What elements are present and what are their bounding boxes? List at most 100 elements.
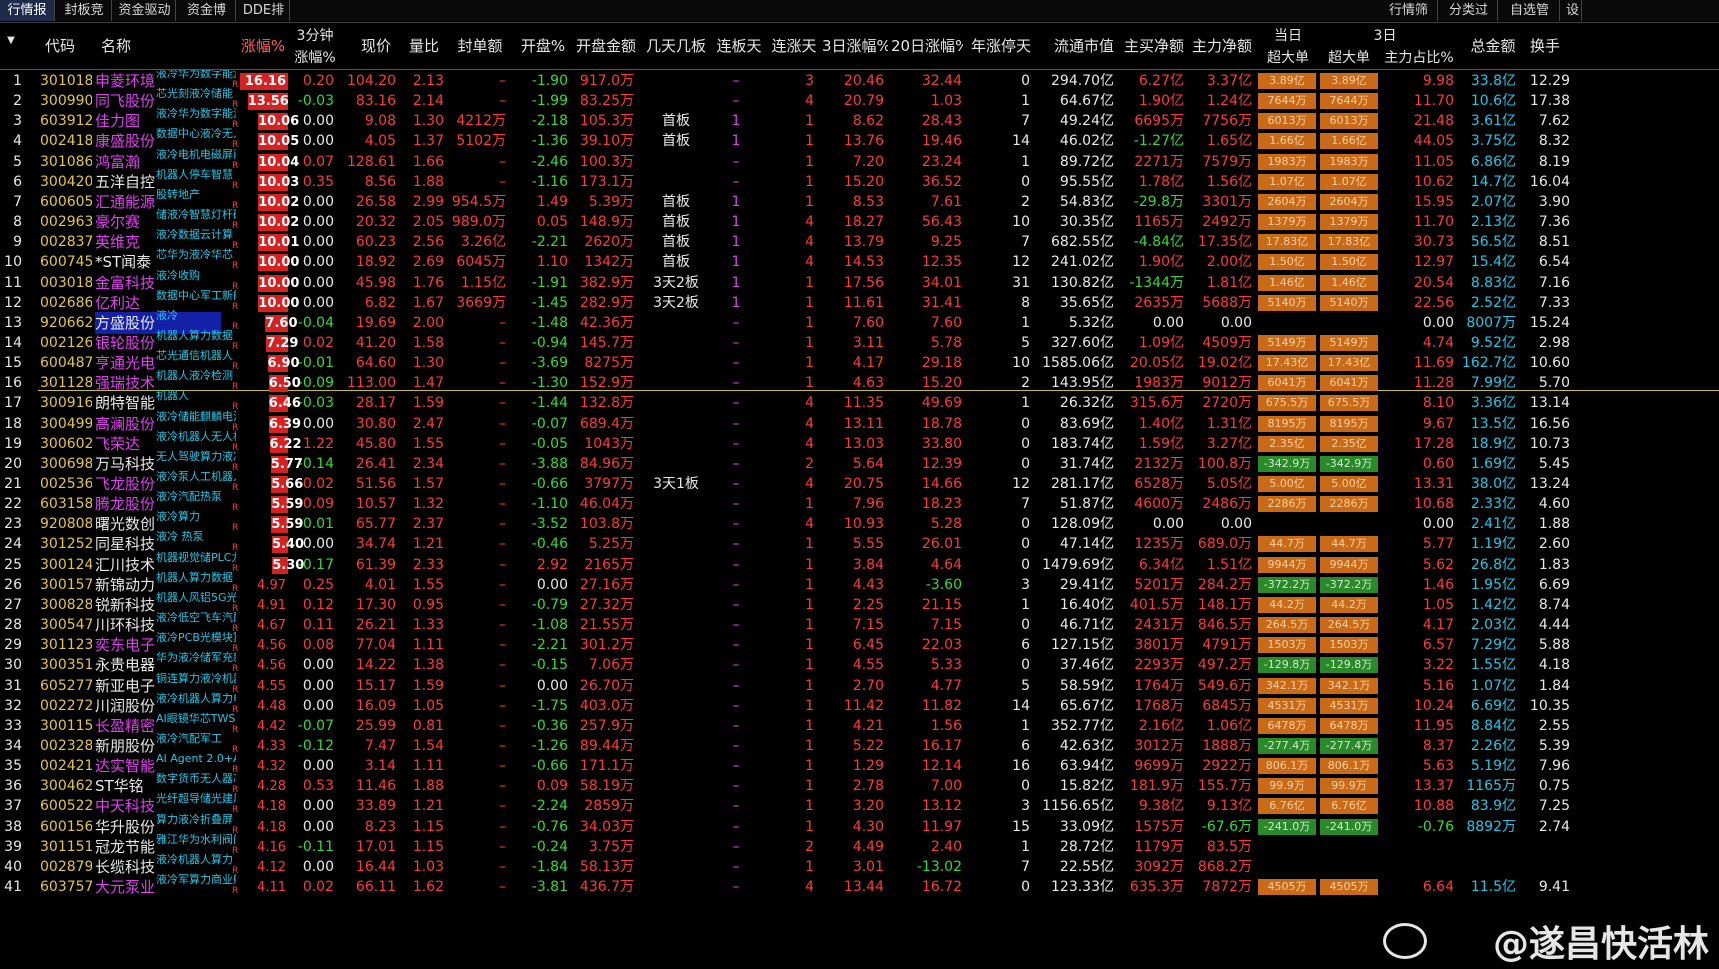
table-row[interactable]: 36 300462 0.53 11.46 1.88 – 0.09 58.19万 – 1 2.78 7.… bbox=[0, 772, 1719, 797]
cell-stock-name[interactable]: 川润股份 bbox=[95, 695, 155, 717]
table-row[interactable]: 13 920662 -0.04 19.69 2.00– -1.48 42.36万 –1 7.60… bbox=[0, 309, 1719, 334]
cell-stock-name[interactable]: 同飞股份 bbox=[95, 90, 155, 112]
table-row[interactable]: 27 300828 0.12 17.30 0.95 – -0.79 27.32万 – 1 2.25 2… bbox=[0, 591, 1719, 616]
table-row[interactable]: 25 300124 -0.17 61.39 2.33–2.92 2165万 –1 3.84 4.… bbox=[0, 551, 1719, 576]
col-header-3min-top[interactable]: 3分钟 bbox=[292, 25, 338, 45]
cell-stock-name[interactable]: 腾龙股份 bbox=[95, 493, 155, 515]
col-header-lb[interactable]: 量比 bbox=[404, 35, 444, 56]
cell-stock-name[interactable]: 鸿富瀚 bbox=[95, 151, 155, 173]
col-header-jtjb[interactable]: 几天几板 bbox=[644, 35, 708, 56]
cell-stock-name[interactable]: 高澜股份 bbox=[95, 413, 155, 435]
cell-stock-name[interactable]: 汇通能源 bbox=[95, 191, 155, 213]
col-header-3r-top[interactable]: 3日 bbox=[1320, 25, 1450, 45]
col-header-zlzb[interactable]: 主力占比% bbox=[1382, 47, 1456, 67]
cell-stock-name[interactable]: 佳力图 bbox=[95, 110, 155, 132]
cell-stock-name[interactable]: 汇川技术 bbox=[95, 554, 155, 576]
col-header-zljje[interactable]: 主力净额 bbox=[1190, 35, 1254, 56]
table-row[interactable]: 26 300157 0.25 4.01 1.55 – 0.00 27.16万 – 1 4.43 -3.… bbox=[0, 571, 1719, 596]
table-row[interactable]: 7 600605 0.00 26.58 2.99 954.5万 1.49 5.39万 首板 1 1 8… bbox=[0, 188, 1719, 213]
col-header-dr-top[interactable]: 当日 bbox=[1260, 25, 1316, 45]
col-header-hs[interactable]: 换手 bbox=[1525, 35, 1565, 56]
table-row[interactable]: 3 603912 0.00 9.08 1.30 4212万 -2.18 105.3万 首板 1 1 8… bbox=[0, 107, 1719, 132]
table-row[interactable]: 6 300420 0.35 8.56 1.88– -1.16 173.1万 –1 15.20 36… bbox=[0, 168, 1719, 193]
tab-right-2[interactable]: 自选管理 bbox=[1500, 0, 1560, 39]
table-row[interactable]: 15 600487 -0.01 64.60 1.30– -3.69 8275万 –1 4.17 2… bbox=[0, 349, 1719, 374]
tab-right-0[interactable]: 行情筛选 bbox=[1380, 0, 1438, 39]
cell-stock-name[interactable]: 永贵电器 bbox=[95, 654, 155, 676]
cell-stock-name[interactable]: 同星科技 bbox=[95, 533, 155, 555]
table-row[interactable]: 1 301018 0.20 104.20 2.13 – -1.90 917.0万 – 3 20.46… bbox=[0, 70, 1719, 92]
table-row[interactable]: 29 301123 0.08 77.04 1.11 – -2.21 301.2万 – 1 6.45 2… bbox=[0, 631, 1719, 656]
table-row[interactable]: 20 300698 -0.14 26.41 2.34– -3.88 84.96万 –2 5.64… bbox=[0, 450, 1719, 475]
table-row[interactable]: 33 300115 -0.07 25.99 0.81 – -0.36 257.9万 – 1 4.21… bbox=[0, 712, 1719, 737]
col-header-lbt[interactable]: 连板天 bbox=[714, 35, 764, 56]
cell-stock-name[interactable]: 亿利达 bbox=[95, 292, 155, 314]
table-row[interactable]: 34 002328 -0.12 7.47 1.54 – -1.26 89.44万 – 1 5.22 1… bbox=[0, 732, 1719, 757]
cell-stock-name[interactable]: 长缆科技 bbox=[95, 856, 155, 878]
col-header-ltsz[interactable]: 流通市值 bbox=[1052, 35, 1116, 56]
cell-stock-name[interactable]: 新朋股份 bbox=[95, 735, 155, 757]
cell-stock-name[interactable]: 华升股份 bbox=[95, 816, 155, 838]
tab-0[interactable]: 行情报价 bbox=[0, 0, 55, 39]
cell-stock-name[interactable]: 锐新科技 bbox=[95, 594, 155, 616]
col-header-3min-bot[interactable]: 涨幅% bbox=[292, 47, 338, 67]
table-row[interactable]: 4 002418 0.00 4.05 1.37 5102万 -1.36 39.10万 首板 1 1 1… bbox=[0, 127, 1719, 152]
col-header-zf20[interactable]: 20日涨幅% bbox=[891, 35, 963, 56]
tab-4[interactable]: DDE排名 bbox=[238, 0, 290, 39]
table-row[interactable]: 11 003018 0.00 45.98 1.76 1.15亿 -1.91 382.9万 3天2… bbox=[0, 269, 1719, 294]
cell-stock-name[interactable]: 新亚电子 bbox=[95, 675, 155, 697]
cell-stock-name[interactable]: 飞龙股份 bbox=[95, 473, 155, 495]
cell-stock-name[interactable]: 强瑞技术 bbox=[95, 372, 155, 394]
table-row[interactable]: 24 301252 0.00 34.74 1.21– -0.46 5.25万 –1 5.55 26… bbox=[0, 530, 1719, 555]
cell-stock-name[interactable]: 金富科技 bbox=[95, 272, 155, 294]
cell-stock-name[interactable]: 康盛股份 bbox=[95, 130, 155, 152]
table-row[interactable]: 30 300351 0.00 14.22 1.38 – -0.15 7.06万 – 1 4.55 5.… bbox=[0, 651, 1719, 676]
table-row[interactable]: 8 002963 0.00 20.32 2.05 989.0万 0.05 148.9万 首板 1 4… bbox=[0, 208, 1719, 233]
tab-3[interactable]: 资金博弈 bbox=[178, 0, 236, 39]
tab-right-1[interactable]: 分类过滤 bbox=[1440, 0, 1498, 39]
table-row[interactable]: 19 300602 1.22 45.80 1.55– -0.05 1043万 –4 13.03 3… bbox=[0, 430, 1719, 455]
col-header-kpje[interactable]: 开盘金额 bbox=[574, 35, 638, 56]
cell-stock-name[interactable]: 豪尔赛 bbox=[95, 211, 155, 233]
col-header-kp[interactable]: 开盘% bbox=[517, 35, 569, 56]
cell-stock-name[interactable]: *ST闻泰 bbox=[95, 251, 155, 273]
table-row[interactable]: 31 605277 0.00 15.17 1.59 – 0.00 26.70万 – 1 2.70 4.… bbox=[0, 672, 1719, 697]
table-row[interactable]: 16 301128 -0.09 113.00 1.47– -1.30 152.9万 –1 4.6… bbox=[0, 369, 1719, 394]
col-header-zmje[interactable]: 主买净额 bbox=[1122, 35, 1186, 56]
table-row[interactable]: 10 600745 0.00 18.92 2.69 6045万 1.10 1342万 首板 1 4 1… bbox=[0, 248, 1719, 273]
cell-stock-name[interactable]: 飞荣达 bbox=[95, 433, 155, 455]
cell-stock-name[interactable]: 亨通光电 bbox=[95, 352, 155, 374]
tab-2[interactable]: 资金驱动力 bbox=[114, 0, 176, 39]
table-row[interactable]: 5 301086 0.07 128.61 1.66– -2.46 100.3万 –1 7.20 2… bbox=[0, 148, 1719, 173]
table-row[interactable]: 38 600156 0.00 8.23 1.15 – -0.76 34.03万 – 1 4.30 11… bbox=[0, 813, 1719, 838]
table-row[interactable]: 40 002879 0.00 16.44 1.03 – -1.84 58.13万 – 1 3.01 -… bbox=[0, 853, 1719, 878]
col-header-dr-bot[interactable]: 超大单 bbox=[1260, 47, 1316, 67]
table-row[interactable]: 12 002686 0.00 6.82 1.67 3669万 -1.45 282.9万 3天2板… bbox=[0, 289, 1719, 314]
table-row[interactable]: 41 603757 0.02 66.11 1.62 – -3.81 436.7万 – 4 13.44… bbox=[0, 873, 1719, 898]
col-header-name[interactable]: 名称 bbox=[96, 35, 136, 56]
cell-stock-name[interactable]: 万马科技 bbox=[95, 453, 155, 475]
col-header-nzt[interactable]: 年涨停天 bbox=[969, 35, 1033, 56]
cell-stock-name[interactable]: 长盈精密 bbox=[95, 715, 155, 737]
table-row[interactable]: 14 002126 0.02 41.20 1.58– -0.94 145.7万 –1 3.11 5… bbox=[0, 329, 1719, 354]
table-row[interactable]: 18 300499 0.00 30.80 2.47– -0.07 689.4万 –4 13.11… bbox=[0, 410, 1719, 435]
table-row[interactable]: 39 301151 -0.11 17.01 1.15 – -0.24 3.75万 – 2 4.49 2… bbox=[0, 833, 1719, 858]
table-row[interactable]: 9 002837 0.00 60.23 2.56 3.26亿 -2.21 2620万 首板 1 4 1… bbox=[0, 228, 1719, 253]
col-header-code[interactable]: 代码 bbox=[40, 35, 80, 56]
cell-stock-name[interactable]: 朗特智能 bbox=[95, 392, 155, 414]
cell-stock-name[interactable]: ST华铭 bbox=[95, 775, 155, 797]
col-header-zf[interactable]: 涨幅% bbox=[238, 35, 288, 56]
tab-right-3[interactable]: 设 bbox=[1562, 0, 1582, 21]
cell-stock-name[interactable]: 曙光数创 bbox=[95, 513, 155, 535]
table-row[interactable]: 37 600522 0.00 33.89 1.21 – -2.24 2859万 – 1 3.20 13… bbox=[0, 792, 1719, 817]
table-row[interactable]: 21 002536 0.02 51.56 1.57– -0.66 3797万 3天1板 –4 20… bbox=[0, 470, 1719, 495]
table-row[interactable]: 2 300990 -0.03 83.16 2.14 – -1.99 83.25万 – 4 20.79… bbox=[0, 87, 1719, 112]
col-header-lzt[interactable]: 连涨天 bbox=[769, 35, 819, 56]
cell-stock-name[interactable]: 达实智能 bbox=[95, 755, 155, 777]
table-row[interactable]: 23 920808 -0.01 65.77 2.37– -3.52 103.8万 –4 10.9… bbox=[0, 510, 1719, 535]
cell-stock-name[interactable]: 新锦动力 bbox=[95, 574, 155, 596]
table-row[interactable]: 28 300547 0.11 26.21 1.33 – -1.08 21.55万 – 1 7.15 7… bbox=[0, 611, 1719, 636]
col-header-fdz[interactable]: 封单额 bbox=[455, 35, 505, 56]
cell-stock-name[interactable]: 奕东电子 bbox=[95, 634, 155, 656]
cell-stock-name[interactable]: 冠龙节能 bbox=[95, 836, 155, 858]
